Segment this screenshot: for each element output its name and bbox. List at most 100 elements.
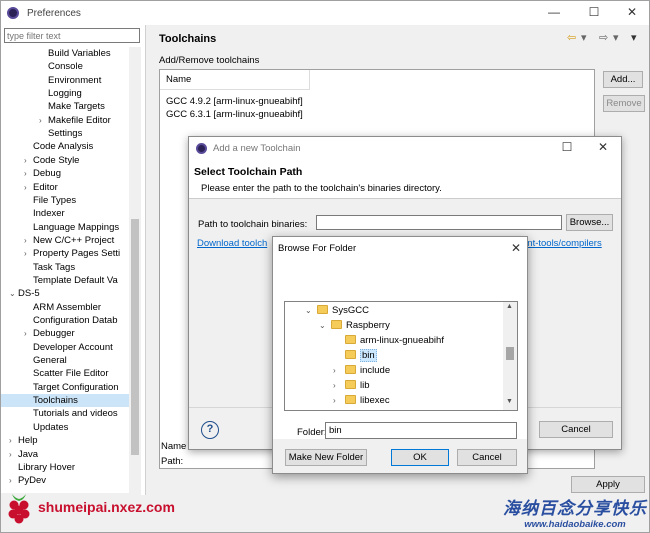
maximize-icon[interactable]: ☐: [587, 5, 601, 19]
chevron-right-icon[interactable]: ›: [9, 448, 17, 461]
remove-button[interactable]: Remove: [603, 95, 645, 112]
tree-item[interactable]: Environment: [1, 74, 129, 87]
chevron-right-icon[interactable]: ›: [24, 327, 32, 340]
tree-item[interactable]: › Property Pages Setti: [1, 247, 129, 260]
folder-label: SysGCC: [332, 305, 369, 316]
tree-item[interactable]: › Code Style: [1, 154, 129, 167]
tree-item[interactable]: Make Targets: [1, 100, 129, 113]
folder-scrollbar[interactable]: ▲ ▼: [503, 302, 517, 410]
chevron-right-icon[interactable]: ›: [24, 181, 32, 194]
tree-item[interactable]: ARM Assembler: [1, 301, 129, 314]
folder-item[interactable]: ⌄ SysGCC: [305, 304, 369, 318]
help-icon[interactable]: ?: [201, 421, 219, 439]
chevron-down-icon[interactable]: ⌄: [319, 319, 331, 333]
chevron-right-icon[interactable]: ›: [24, 167, 32, 180]
chevron-right-icon[interactable]: ›: [333, 379, 345, 393]
tree-item[interactable]: Language Mappings: [1, 221, 129, 234]
tree-item[interactable]: › New C/C++ Project: [1, 234, 129, 247]
apply-button[interactable]: Apply: [571, 476, 645, 493]
tree-item[interactable]: ⌄ DS-5: [1, 287, 129, 300]
tree-item[interactable]: Updates: [1, 421, 129, 434]
chevron-right-icon[interactable]: ›: [333, 394, 345, 408]
back-menu-icon[interactable]: ▾: [581, 31, 587, 44]
scroll-up-icon[interactable]: ▲: [506, 303, 513, 310]
chevron-right-icon[interactable]: ›: [24, 234, 32, 247]
close-icon[interactable]: ✕: [509, 241, 523, 255]
tree-item[interactable]: File Types: [1, 194, 129, 207]
folder-label: lib: [360, 380, 370, 391]
tree-item[interactable]: › Editor: [1, 181, 129, 194]
folder-item[interactable]: ⌄ Raspberry: [319, 319, 390, 333]
tree-item[interactable]: Tutorials and videos: [1, 407, 129, 420]
cancel-button[interactable]: Cancel: [457, 449, 517, 466]
tree-item[interactable]: › Makefile Editor: [1, 114, 129, 127]
close-icon[interactable]: ✕: [625, 5, 639, 19]
folder-icon: [345, 334, 356, 344]
folder-scroll-thumb[interactable]: [506, 347, 514, 360]
forward-arrow-icon[interactable]: ⇨: [599, 31, 608, 44]
chevron-right-icon[interactable]: ›: [9, 434, 17, 447]
tree-item[interactable]: › Debugger: [1, 327, 129, 340]
tree-item[interactable]: › PyDev: [1, 474, 129, 487]
folder-item[interactable]: arm-linux-gnueabihf: [333, 334, 444, 348]
browse-button[interactable]: Browse...: [566, 214, 613, 231]
download-toolchain-link-tail[interactable]: ent-tools/compilers: [522, 238, 602, 249]
cancel-button[interactable]: Cancel: [539, 421, 613, 438]
scroll-down-icon[interactable]: ▼: [506, 398, 513, 405]
tree-item[interactable]: Developer Account: [1, 341, 129, 354]
close-icon[interactable]: ✕: [596, 140, 610, 154]
maximize-icon[interactable]: ☐: [560, 140, 574, 154]
toolchain-path-input[interactable]: [316, 215, 562, 230]
dialog-heading: Select Toolchain Path: [194, 166, 303, 178]
folder-item[interactable]: bin: [333, 349, 377, 363]
tree-item[interactable]: Console: [1, 60, 129, 73]
folder-input[interactable]: bin: [325, 422, 517, 439]
folder-item[interactable]: › include: [333, 364, 390, 378]
chevron-right-icon[interactable]: ›: [39, 114, 47, 127]
folder-item[interactable]: › lib: [333, 379, 370, 393]
chevron-right-icon[interactable]: ›: [333, 364, 345, 378]
chevron-down-icon[interactable]: ⌄: [305, 304, 317, 318]
folder-label: Folder:: [297, 427, 327, 438]
tree-item[interactable]: Build Variables: [1, 47, 129, 60]
tree-item-label: New C/C++ Project: [33, 234, 115, 246]
table-row[interactable]: GCC 6.3.1 [arm-linux-gnueabihf]: [166, 108, 303, 121]
tree-item[interactable]: Scatter File Editor: [1, 367, 129, 380]
add-button[interactable]: Add...: [603, 71, 643, 88]
ok-button[interactable]: OK: [391, 449, 449, 466]
watermark-url: www.haidaobaike.com: [524, 519, 626, 530]
tree-item[interactable]: › Java: [1, 448, 129, 461]
tree-scrollbar[interactable]: [129, 47, 141, 493]
chevron-down-icon[interactable]: ⌄: [9, 287, 17, 300]
table-row[interactable]: GCC 4.9.2 [arm-linux-gnueabihf]: [166, 95, 303, 108]
download-toolchain-link[interactable]: Download toolch: [197, 238, 267, 249]
tree-item[interactable]: Code Analysis: [1, 140, 129, 153]
tree-item-label: Code Analysis: [33, 141, 94, 153]
chevron-right-icon[interactable]: ›: [9, 474, 17, 487]
tree-item[interactable]: Target Configuration: [1, 381, 129, 394]
make-new-folder-button[interactable]: Make New Folder: [285, 449, 367, 466]
back-arrow-icon[interactable]: ⇦: [567, 31, 576, 44]
tree-item-label: Updates: [33, 421, 69, 433]
tree-item[interactable]: Indexer: [1, 207, 129, 220]
view-menu-icon[interactable]: ▾: [631, 31, 637, 44]
tree-item[interactable]: Library Hover: [1, 461, 129, 474]
chevron-right-icon[interactable]: ›: [24, 247, 32, 260]
table-header-name[interactable]: Name: [160, 70, 310, 90]
tree-item[interactable]: › Debug: [1, 167, 129, 180]
tree-scroll-thumb[interactable]: [131, 219, 139, 455]
tree-item[interactable]: Template Default Va: [1, 274, 129, 287]
chevron-right-icon[interactable]: ›: [24, 154, 32, 167]
tree-item[interactable]: Configuration Datab: [1, 314, 129, 327]
forward-menu-icon[interactable]: ▾: [613, 31, 619, 44]
tree-item[interactable]: Settings: [1, 127, 129, 140]
minimize-icon[interactable]: —: [547, 5, 561, 19]
folder-tree[interactable]: ⌄ SysGCC ⌄ Raspberry arm-linux-gnueabihf bin ›…: [284, 301, 518, 411]
tree-item[interactable]: Logging: [1, 87, 129, 100]
tree-item[interactable]: Task Tags: [1, 261, 129, 274]
tree-item[interactable]: › Help: [1, 434, 129, 447]
filter-input[interactable]: [4, 28, 140, 43]
folder-item[interactable]: › libexec: [333, 394, 390, 408]
tree-item[interactable]: Toolchains: [1, 394, 129, 408]
tree-item[interactable]: General: [1, 354, 129, 367]
